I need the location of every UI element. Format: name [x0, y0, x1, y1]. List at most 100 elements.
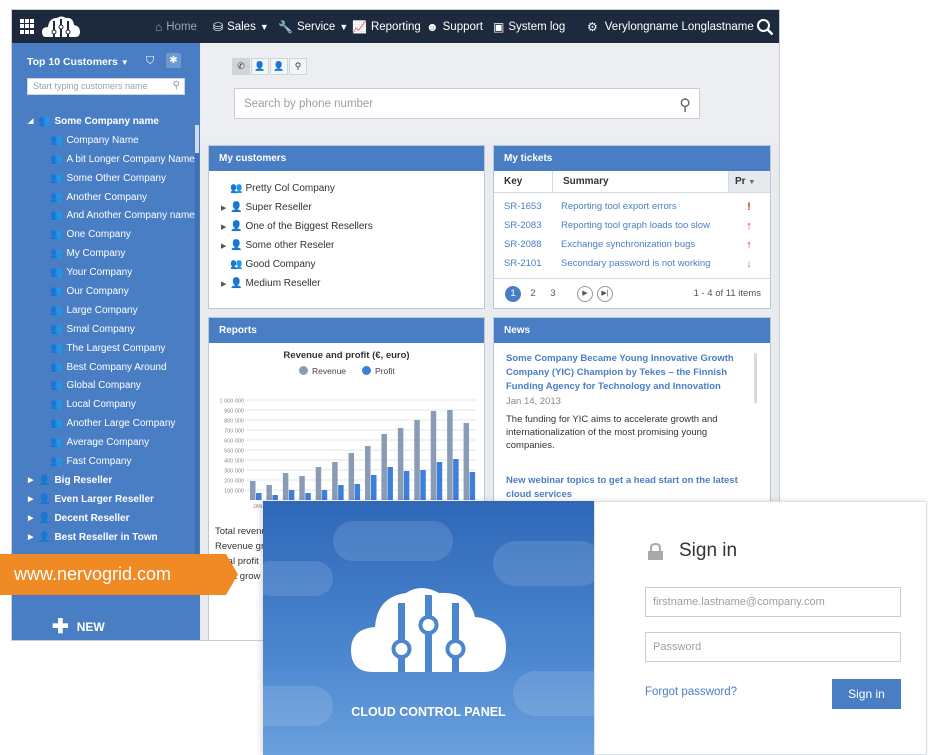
user-menu[interactable]: ⚙ Verylongname Longlastname: [587, 10, 754, 43]
tree-item[interactable]: 👥 A bit Longer Company Name: [12, 150, 200, 169]
tree-reseller-item[interactable]: ▶ 👤 Big Reseller: [12, 471, 200, 490]
bar-revenue[interactable]: [447, 410, 453, 500]
bar-profit[interactable]: [371, 475, 377, 500]
tree-item[interactable]: 👥 My Company: [12, 244, 200, 263]
tree-item[interactable]: 👥 Another Large Company: [12, 414, 200, 433]
brand-logo-icon[interactable]: [42, 15, 80, 39]
phone-search-input[interactable]: Search by phone number ⚲: [234, 88, 700, 119]
forgot-password-link[interactable]: Forgot password?: [645, 686, 737, 698]
bar-profit[interactable]: [420, 470, 426, 500]
nav-reporting[interactable]: 📈 Reporting: [352, 10, 421, 43]
page-number[interactable]: 2: [525, 286, 541, 302]
phone-icon[interactable]: ✆: [232, 58, 250, 75]
bar-revenue[interactable]: [250, 481, 256, 500]
ticket-key-link[interactable]: SR-1653: [494, 201, 553, 212]
bar-revenue[interactable]: [332, 462, 338, 500]
tree-item[interactable]: 👥 One Company: [12, 225, 200, 244]
tree-item[interactable]: 👥 And Another Company name: [12, 206, 200, 225]
customer-item[interactable]: 👥 Pretty Col Company: [221, 179, 484, 198]
page-number[interactable]: 1: [505, 285, 521, 302]
email-field[interactable]: firstname.lastname@company.com: [645, 587, 901, 617]
apps-grid-icon[interactable]: [20, 19, 35, 34]
nav-support[interactable]: ☻ Support: [426, 10, 483, 43]
sign-in-button[interactable]: Sign in: [832, 679, 901, 709]
bar-profit[interactable]: [354, 484, 361, 500]
news-scrollbar[interactable]: [754, 353, 757, 403]
tree-item[interactable]: 👥 Local Company: [12, 395, 200, 414]
ticket-row[interactable]: SR-2083 Reporting tool graph loads too sl…: [494, 216, 770, 235]
ticket-key-link[interactable]: SR-2101: [494, 258, 553, 269]
tree-reseller-item[interactable]: ▶ 👤 Best Reseller in Town: [12, 528, 200, 547]
ticket-summary-link[interactable]: Secondary password is not working: [553, 258, 729, 269]
tree-root[interactable]: ◢ 👥 Some Company name: [12, 112, 200, 131]
bar-revenue[interactable]: [365, 446, 371, 500]
legend-revenue[interactable]: Revenue: [299, 366, 346, 376]
bar-revenue[interactable]: [299, 476, 305, 500]
bar-profit[interactable]: [436, 462, 443, 500]
tree-item[interactable]: 👥 Average Company: [12, 433, 200, 452]
bar-profit[interactable]: [305, 493, 311, 500]
tree-item[interactable]: 👥 Your Company: [12, 263, 200, 282]
column-priority[interactable]: Pr ▼: [729, 171, 770, 192]
expand-triangle-icon[interactable]: ▶: [28, 533, 38, 541]
bar-profit[interactable]: [403, 471, 410, 500]
collapse-triangle-icon[interactable]: ◢: [28, 117, 38, 125]
bar-revenue[interactable]: [397, 428, 404, 500]
bar-revenue[interactable]: [430, 411, 437, 500]
tree-reseller-item[interactable]: ▶ 👤 Decent Reseller: [12, 509, 200, 528]
expand-triangle-icon[interactable]: ▶: [28, 514, 38, 522]
bar-revenue[interactable]: [414, 420, 420, 500]
customer-item[interactable]: 👥 Good Company: [221, 255, 484, 274]
page-number[interactable]: 3: [545, 286, 561, 302]
column-key[interactable]: Key: [494, 171, 553, 192]
customer-search-input[interactable]: Start typing customers name ⚲: [27, 78, 185, 95]
nav-system-log[interactable]: ▣ System log: [493, 10, 565, 43]
bar-revenue[interactable]: [282, 473, 289, 500]
contact-icon[interactable]: 👤: [270, 58, 288, 75]
customer-item[interactable]: ▶ 👤 Some other Reseler: [221, 236, 484, 255]
bar-profit[interactable]: [453, 459, 459, 500]
tree-item[interactable]: 👥 Company Name: [12, 131, 200, 150]
bar-revenue[interactable]: [348, 453, 355, 500]
gear-icon[interactable]: ✱: [166, 53, 181, 68]
nav-home[interactable]: ⌂ Home: [155, 10, 197, 43]
legend-profit[interactable]: Profit: [362, 366, 395, 376]
expand-triangle-icon[interactable]: ▶: [28, 476, 38, 484]
ticket-row[interactable]: SR-1653 Reporting tool export errors!: [494, 197, 770, 216]
ticket-row[interactable]: SR-2101 Secondary password is not working…: [494, 254, 770, 273]
column-summary[interactable]: Summary: [553, 171, 729, 192]
tree-item[interactable]: 👥 The Largest Company: [12, 339, 200, 358]
nav-sales[interactable]: ⛁ Sales ▼: [213, 10, 269, 43]
person-icon[interactable]: 👤: [251, 58, 269, 75]
tree-item[interactable]: 👥 Some Other Company: [12, 169, 200, 188]
next-page-icon[interactable]: ▶: [577, 285, 593, 302]
ticket-key-link[interactable]: SR-2088: [494, 239, 553, 250]
bar-profit[interactable]: [256, 493, 262, 500]
bar-profit[interactable]: [469, 472, 476, 500]
nav-service[interactable]: 🔧 Service ▼: [278, 10, 348, 43]
bar-revenue[interactable]: [315, 467, 322, 500]
expand-triangle-icon[interactable]: ▶: [221, 204, 230, 212]
tree-item[interactable]: 👥 Large Company: [12, 301, 200, 320]
tree-item[interactable]: 👥 Fast Company: [12, 452, 200, 471]
bar-revenue[interactable]: [266, 485, 272, 500]
expand-triangle-icon[interactable]: ▶: [221, 280, 230, 288]
customer-item[interactable]: ▶ 👤 Medium Reseller: [221, 274, 484, 293]
news-headline-link[interactable]: Some Company Became Young Innovative Gro…: [506, 352, 746, 394]
last-page-icon[interactable]: ▶|: [597, 285, 613, 302]
bar-profit[interactable]: [387, 467, 393, 500]
ticket-row[interactable]: SR-2088 Exchange synchronization bugs ↑: [494, 235, 770, 254]
tree-item[interactable]: 👥 Smal Company: [12, 320, 200, 339]
ticket-summary-link[interactable]: Reporting tool graph loads too slow: [553, 220, 729, 231]
filter-icon[interactable]: ⛉: [146, 55, 154, 68]
bar-revenue[interactable]: [381, 434, 387, 500]
search-icon[interactable]: [756, 18, 774, 36]
customer-item[interactable]: ▶ 👤 Super Reseller: [221, 198, 484, 217]
ticket-summary-link[interactable]: Exchange synchronization bugs: [553, 239, 729, 250]
tree-item[interactable]: 👥 Our Company: [12, 282, 200, 301]
news-headline-link[interactable]: New webinar topics to get a head start o…: [506, 474, 746, 502]
ticket-key-link[interactable]: SR-2083: [494, 220, 553, 231]
sidebar-heading[interactable]: Top 10 Customers ▼: [27, 56, 129, 68]
expand-triangle-icon[interactable]: ▶: [28, 495, 38, 503]
ticket-summary-link[interactable]: Reporting tool export errors: [553, 201, 729, 212]
